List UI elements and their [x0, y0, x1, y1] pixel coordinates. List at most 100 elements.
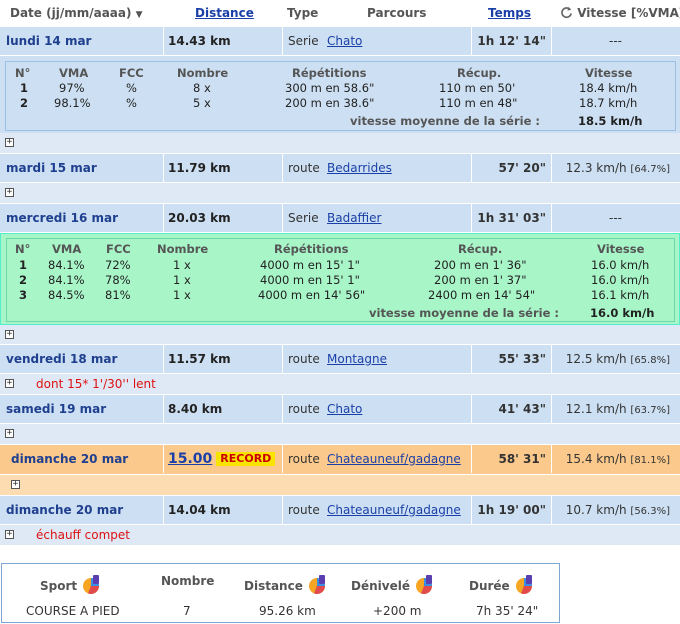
pie-chart-sort-icon[interactable] — [413, 574, 435, 596]
summary-distance-header[interactable]: Distance — [244, 574, 328, 596]
series-col-recup: Récup. — [458, 242, 503, 256]
run-speed-value: 10.7 km/h — [565, 503, 627, 517]
run-speed-value: 15.4 km/h — [565, 452, 627, 466]
run-date: dimanche 20 mar — [6, 503, 124, 517]
summary-distance-label: Distance — [244, 579, 303, 593]
header-distance[interactable]: Distance — [195, 6, 254, 20]
run-row[interactable]: dimanche 20 mar 14.04 km route Chateaune… — [0, 495, 680, 525]
series-nombre: 1 x — [173, 273, 191, 287]
header-temps[interactable]: Temps — [488, 6, 531, 20]
run-time: 1h 12' 14" — [477, 34, 546, 48]
series-col-recup: Récup. — [457, 66, 502, 80]
run-parcours-link[interactable]: Montagne — [327, 345, 387, 373]
run-parcours-link[interactable]: Chateauneuf/gadagne — [327, 445, 461, 473]
run-type: route — [288, 402, 320, 416]
series-avg-value: 18.5 km/h — [578, 114, 643, 128]
series-recup: 200 m en 1' 36" — [434, 258, 527, 272]
series-col-vma: VMA — [52, 242, 82, 256]
run-type: route — [288, 503, 320, 517]
run-speed-pct: [65.8%] — [630, 355, 670, 366]
series-col-vma: VMA — [59, 66, 89, 80]
run-distance: 20.03 km — [168, 211, 231, 225]
run-speed: 12.3 km/h [64.7%] — [566, 154, 670, 182]
run-parcours-link[interactable]: Badaffier — [327, 204, 381, 232]
series-col-nombre: Nombre — [157, 242, 209, 256]
series-detail: N° VMA FCC Nombre Répétitions Récup. Vit… — [0, 233, 680, 325]
run-date: mardi 15 mar — [6, 161, 97, 175]
run-row-record[interactable]: dimanche 20 mar 15.00 RECORD route Chatea… — [0, 444, 680, 475]
run-speed: 12.1 km/h [63.7%] — [566, 395, 670, 423]
run-speed-value: 12.5 km/h — [565, 352, 627, 366]
series-vma: 84.1% — [48, 258, 85, 272]
header-vitesse-label: Vitesse — [577, 6, 627, 20]
run-date: dimanche 20 mar — [11, 452, 129, 466]
series-fcc: 72% — [105, 258, 131, 272]
run-row[interactable]: vendredi 18 mar 11.57 km route Montagne … — [0, 344, 680, 374]
run-row[interactable]: lundi 14 mar 14.43 km Serie Chato 1h 12'… — [0, 26, 680, 56]
run-type: Serie — [288, 211, 319, 225]
series-col-n: N° — [15, 66, 31, 80]
pie-chart-sort-icon[interactable] — [80, 574, 102, 596]
series-avg-label: vitesse moyenne de la série : — [369, 306, 559, 320]
run-type: route — [288, 161, 320, 175]
header-vitesse: Vitesse [%VMA] — [560, 6, 680, 20]
series-col-fcc: FCC — [106, 242, 131, 256]
plus-box-icon[interactable]: + — [5, 188, 14, 197]
run-distance: 14.43 km — [168, 34, 231, 48]
run-date: samedi 19 mar — [6, 402, 107, 416]
series-speed: 16.1 km/h — [591, 288, 650, 302]
plus-box-icon[interactable]: + — [5, 530, 14, 539]
series-n: 1 — [19, 258, 28, 272]
summary-sport-value: COURSE A PIED — [26, 604, 120, 618]
run-speed-pct: [63.7%] — [630, 405, 670, 416]
plus-box-icon[interactable]: + — [5, 138, 14, 147]
run-speed-pct: [64.7%] — [630, 164, 670, 175]
summary-distance-value: 95.26 km — [259, 604, 316, 618]
plus-box-icon[interactable]: + — [5, 330, 14, 339]
series-nombre: 5 x — [193, 96, 211, 110]
series-speed: 16.0 km/h — [591, 258, 650, 272]
series-rep: 4000 m en 15' 1" — [260, 273, 360, 287]
run-speed: 10.7 km/h [56.3%] — [566, 496, 670, 524]
run-note: dont 15* 1'/30'' lent — [36, 377, 156, 391]
series-vma: 98.1% — [54, 96, 91, 110]
series-nombre: 1 x — [173, 258, 191, 272]
run-time: 58' 31" — [498, 452, 546, 466]
run-distance: 15.00 RECORD — [168, 445, 276, 473]
header-type: Type — [287, 6, 319, 20]
series-nombre: 1 x — [173, 288, 191, 302]
series-avg-value: 16.0 km/h — [590, 306, 655, 320]
plus-box-icon[interactable]: + — [5, 429, 14, 438]
series-fcc: 78% — [105, 273, 131, 287]
series-speed: 16.0 km/h — [591, 273, 650, 287]
sort-arrow-icon[interactable]: ▼ — [136, 10, 143, 20]
run-row[interactable]: mercredi 16 mar 20.03 km Serie Badaffier… — [0, 203, 680, 233]
summary-denivele-value: +200 m — [373, 604, 422, 618]
series-detail: N° VMA FCC Nombre Répétitions Récup. Vit… — [0, 56, 680, 133]
pie-chart-sort-icon[interactable] — [513, 574, 535, 596]
summary-duree-header[interactable]: Durée — [469, 574, 535, 596]
summary-denivele-header[interactable]: Dénivelé — [351, 574, 435, 596]
plus-box-icon[interactable]: + — [5, 379, 14, 388]
run-parcours-link[interactable]: Chato — [327, 395, 362, 423]
series-rep: 300 m en 58.6" — [285, 81, 375, 95]
series-rep: 4000 m en 15' 1" — [260, 258, 360, 272]
run-parcours-link[interactable]: Chateauneuf/gadagne — [327, 496, 461, 524]
series-recup: 110 m en 48" — [439, 96, 518, 110]
summary-duree-value: 7h 35' 24" — [476, 604, 539, 618]
expand-row: + échauff compet — [0, 525, 680, 545]
plus-box-icon[interactable]: + — [11, 480, 20, 489]
run-type: route — [288, 452, 320, 466]
run-parcours-link[interactable]: Bedarrides — [327, 154, 392, 182]
summary-sport-header[interactable]: Sport — [40, 574, 102, 596]
series-n: 3 — [19, 288, 28, 302]
run-row[interactable]: mardi 15 mar 11.79 km route Bedarrides 5… — [0, 153, 680, 183]
summary-nombre-header: Nombre — [161, 574, 215, 588]
pie-chart-sort-icon[interactable] — [306, 574, 328, 596]
run-speed: --- — [609, 34, 622, 48]
run-parcours-link[interactable]: Chato — [327, 27, 362, 55]
run-distance-link[interactable]: 15.00 — [168, 451, 212, 467]
run-row[interactable]: samedi 19 mar 8.40 km route Chato 41' 43… — [0, 394, 680, 424]
header-date[interactable]: Date (jj/mm/aaaa) ▼ — [10, 6, 143, 20]
refresh-icon[interactable] — [560, 6, 573, 19]
